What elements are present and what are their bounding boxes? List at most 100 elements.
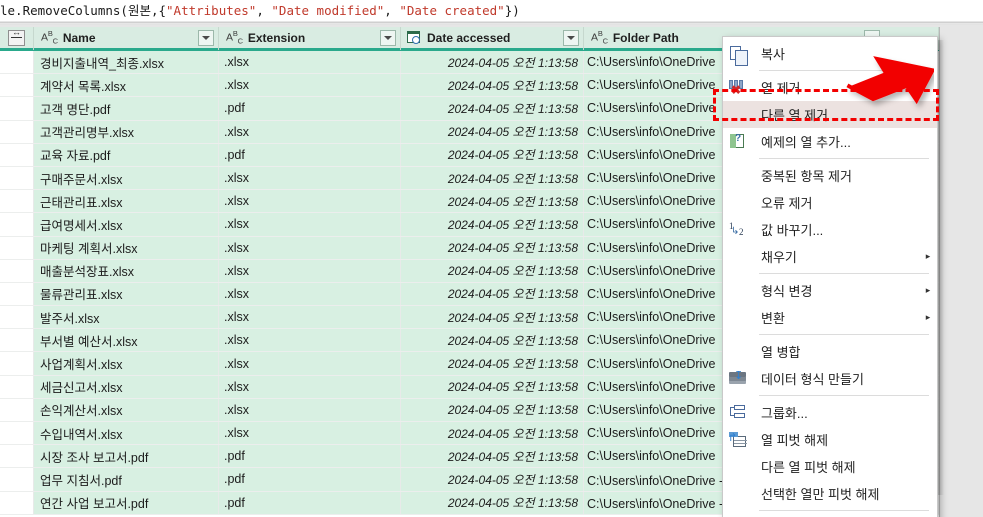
- cell-date-accessed[interactable]: 2024-04-05 오전 1:13:58: [401, 97, 584, 120]
- cell-date-accessed[interactable]: 2024-04-05 오전 1:13:58: [401, 120, 584, 143]
- menu-item-2[interactable]: 다른 열 제거: [723, 101, 937, 128]
- menu-item-5[interactable]: 오류 제거: [723, 189, 937, 216]
- cell-name[interactable]: 물류관리표.xlsx: [34, 282, 219, 306]
- cell-name[interactable]: 고객 명단.pdf: [34, 97, 219, 120]
- row-selector-cell[interactable]: [0, 51, 34, 74]
- menu-item-6[interactable]: 1 ↳ 2 값 바꾸기...: [723, 216, 937, 243]
- filter-dropdown-date[interactable]: [563, 29, 579, 46]
- cell-date-accessed[interactable]: 2024-04-05 오전 1:13:58: [401, 190, 584, 213]
- menu-item-4[interactable]: 중복된 항목 제거: [723, 162, 937, 189]
- row-selector-cell[interactable]: [0, 282, 34, 306]
- cell-date-accessed[interactable]: 2024-04-05 오전 1:13:58: [401, 236, 584, 259]
- menu-item-7[interactable]: 채우기 ▸: [723, 243, 937, 270]
- cell-extension[interactable]: .xlsx: [219, 422, 401, 445]
- cell-extension[interactable]: .xlsx: [219, 398, 401, 421]
- menu-item-15[interactable]: 선택한 열만 피벗 해제: [723, 480, 937, 507]
- cell-extension[interactable]: .xlsx: [219, 120, 401, 143]
- cell-name[interactable]: 세금신고서.xlsx: [34, 375, 219, 398]
- cell-name[interactable]: 구매주문서.xlsx: [34, 166, 219, 190]
- cell-date-accessed[interactable]: 2024-04-05 오전 1:13:58: [401, 259, 584, 282]
- cell-extension[interactable]: .xlsx: [219, 375, 401, 398]
- row-selector-cell[interactable]: [0, 120, 34, 143]
- cell-name[interactable]: 발주서.xlsx: [34, 306, 219, 329]
- row-selector-cell[interactable]: [0, 422, 34, 445]
- menu-item-9[interactable]: 변환 ▸: [723, 304, 937, 331]
- cell-extension[interactable]: .xlsx: [219, 190, 401, 213]
- row-selector-cell[interactable]: [0, 213, 34, 236]
- column-header-name[interactable]: ABC Name: [34, 27, 219, 50]
- menu-item-12[interactable]: 그룹화...: [723, 399, 937, 426]
- column-header-ext[interactable]: ABC Extension: [219, 27, 401, 50]
- cell-name[interactable]: 손익계산서.xlsx: [34, 398, 219, 421]
- cell-date-accessed[interactable]: 2024-04-05 오전 1:13:58: [401, 468, 584, 491]
- cell-extension[interactable]: .xlsx: [219, 213, 401, 236]
- cell-name[interactable]: 교육 자료.pdf: [34, 143, 219, 166]
- menu-item-14[interactable]: 다른 열 피벗 해제: [723, 453, 937, 480]
- cell-name[interactable]: 연간 사업 보고서.pdf: [34, 491, 219, 514]
- row-selector-cell[interactable]: [0, 74, 34, 97]
- cell-date-accessed[interactable]: 2024-04-05 오전 1:13:58: [401, 375, 584, 398]
- cell-name[interactable]: 업무 지침서.pdf: [34, 468, 219, 491]
- menu-item-8[interactable]: 형식 변경 ▸: [723, 277, 937, 304]
- cell-date-accessed[interactable]: 2024-04-05 오전 1:13:58: [401, 329, 584, 352]
- cell-date-accessed[interactable]: 2024-04-05 오전 1:13:58: [401, 74, 584, 97]
- cell-extension[interactable]: .xlsx: [219, 329, 401, 352]
- menu-item-0[interactable]: 복사: [723, 40, 937, 67]
- cell-extension[interactable]: .xlsx: [219, 282, 401, 306]
- cell-date-accessed[interactable]: 2024-04-05 오전 1:13:58: [401, 166, 584, 190]
- row-selector-cell[interactable]: [0, 166, 34, 190]
- cell-extension[interactable]: .pdf: [219, 491, 401, 514]
- cell-name[interactable]: 급여명세서.xlsx: [34, 213, 219, 236]
- cell-name[interactable]: 고객관리명부.xlsx: [34, 120, 219, 143]
- filter-dropdown-ext[interactable]: [380, 29, 396, 46]
- row-selector-cell[interactable]: [0, 468, 34, 491]
- cell-name[interactable]: 부서별 예산서.xlsx: [34, 329, 219, 352]
- cell-extension[interactable]: .xlsx: [219, 74, 401, 97]
- cell-name[interactable]: 경비지출내역_최종.xlsx: [34, 51, 219, 74]
- cell-date-accessed[interactable]: 2024-04-05 오전 1:13:58: [401, 143, 584, 166]
- filter-dropdown-name[interactable]: [198, 29, 214, 46]
- cell-extension[interactable]: .xlsx: [219, 352, 401, 375]
- cell-extension[interactable]: .pdf: [219, 445, 401, 468]
- formula-bar[interactable]: le.RemoveColumns(원본,{"Attributes", "Date…: [0, 0, 983, 21]
- cell-date-accessed[interactable]: 2024-04-05 오전 1:13:58: [401, 282, 584, 306]
- menu-item-13[interactable]: ↱ 열 피벗 해제: [723, 426, 937, 453]
- row-selector-cell[interactable]: [0, 190, 34, 213]
- expand-columns-icon[interactable]: [8, 27, 25, 46]
- row-selector-cell[interactable]: [0, 306, 34, 329]
- column-header-expand[interactable]: [0, 27, 34, 50]
- cell-extension[interactable]: .pdf: [219, 97, 401, 120]
- menu-item-3[interactable]: 예제의 열 추가...: [723, 128, 937, 155]
- row-selector-cell[interactable]: [0, 143, 34, 166]
- column-header-date[interactable]: Date accessed: [401, 27, 584, 50]
- row-selector-cell[interactable]: [0, 329, 34, 352]
- cell-date-accessed[interactable]: 2024-04-05 오전 1:13:58: [401, 51, 584, 74]
- cell-date-accessed[interactable]: 2024-04-05 오전 1:13:58: [401, 422, 584, 445]
- cell-date-accessed[interactable]: 2024-04-05 오전 1:13:58: [401, 213, 584, 236]
- row-selector-cell[interactable]: [0, 259, 34, 282]
- cell-name[interactable]: 수입내역서.xlsx: [34, 422, 219, 445]
- row-selector-cell[interactable]: [0, 445, 34, 468]
- cell-name[interactable]: 마케팅 계획서.xlsx: [34, 236, 219, 259]
- cell-date-accessed[interactable]: 2024-04-05 오전 1:13:58: [401, 398, 584, 421]
- row-selector-cell[interactable]: [0, 375, 34, 398]
- menu-item-11[interactable]: ↧ 데이터 형식 만들기: [723, 365, 937, 392]
- cell-extension[interactable]: .xlsx: [219, 259, 401, 282]
- cell-extension[interactable]: .pdf: [219, 468, 401, 491]
- cell-extension[interactable]: .xlsx: [219, 306, 401, 329]
- row-selector-cell[interactable]: [0, 236, 34, 259]
- row-selector-cell[interactable]: [0, 97, 34, 120]
- menu-item-10[interactable]: 열 병합: [723, 338, 937, 365]
- row-selector-cell[interactable]: [0, 352, 34, 375]
- menu-item-1[interactable]: ✖ 열 제거: [723, 74, 937, 101]
- cell-name[interactable]: 사업계획서.xlsx: [34, 352, 219, 375]
- cell-extension[interactable]: .xlsx: [219, 236, 401, 259]
- cell-date-accessed[interactable]: 2024-04-05 오전 1:13:58: [401, 306, 584, 329]
- cell-extension[interactable]: .xlsx: [219, 166, 401, 190]
- cell-date-accessed[interactable]: 2024-04-05 오전 1:13:58: [401, 491, 584, 514]
- cell-name[interactable]: 근태관리표.xlsx: [34, 190, 219, 213]
- cell-name[interactable]: 매출분석장표.xlsx: [34, 259, 219, 282]
- row-selector-cell[interactable]: [0, 491, 34, 514]
- cell-extension[interactable]: .pdf: [219, 143, 401, 166]
- cell-date-accessed[interactable]: 2024-04-05 오전 1:13:58: [401, 352, 584, 375]
